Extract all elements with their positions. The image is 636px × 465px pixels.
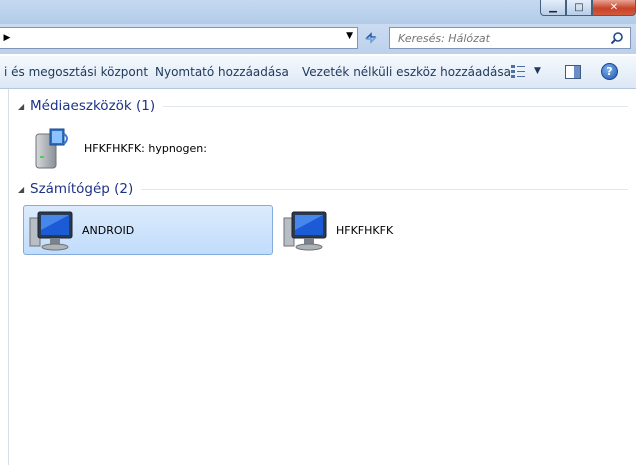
item-label: HFKFHKFK: hypnogen: xyxy=(84,141,207,155)
media-device-icon xyxy=(35,128,68,169)
list-item-computer[interactable]: HFKFHKFK xyxy=(278,205,478,255)
help-icon[interactable]: ? xyxy=(601,63,618,80)
add-wireless-device-button[interactable]: Vezeték nélküli eszköz hozzáadása xyxy=(302,65,511,79)
minimize-icon: ▁ xyxy=(549,2,557,13)
group-header-media[interactable]: ◢ Médiaeszközök (1) xyxy=(18,98,628,114)
command-bar: i és megosztási központ Nyomtató hozzáad… xyxy=(0,56,636,89)
close-button[interactable]: ✕ xyxy=(592,0,636,16)
minimize-button[interactable]: ▁ xyxy=(540,0,566,16)
group-divider xyxy=(163,105,628,107)
address-row: ▶ ▼ xyxy=(0,24,636,54)
breadcrumb-chevron-icon[interactable]: ▶ xyxy=(0,33,14,43)
address-dropdown-icon[interactable]: ▼ xyxy=(346,31,353,41)
refresh-icon xyxy=(365,32,377,44)
list-item-media-device[interactable]: HFKFHKFK: hypnogen: xyxy=(26,123,276,173)
maximize-icon: □ xyxy=(574,2,584,13)
view-dropdown-icon[interactable]: ▼ xyxy=(534,66,541,76)
title-bar: ▁ □ ✕ xyxy=(0,0,636,24)
window-controls: ▁ □ ✕ xyxy=(540,0,636,16)
maximize-button[interactable]: □ xyxy=(566,0,592,16)
list-item-computer[interactable]: ANDROID xyxy=(23,205,273,255)
collapse-arrow-icon[interactable]: ◢ xyxy=(18,185,30,194)
group-title: Számítógép (2) xyxy=(30,181,134,197)
search-box[interactable] xyxy=(389,27,631,49)
group-header-computers[interactable]: ◢ Számítógép (2) xyxy=(18,181,628,197)
refresh-button[interactable] xyxy=(360,28,382,48)
network-center-button[interactable]: i és megosztási központ xyxy=(4,65,148,79)
computer-icon xyxy=(29,211,73,251)
search-icon[interactable] xyxy=(610,31,624,45)
view-options-icon xyxy=(511,65,525,78)
change-view-button[interactable]: ▼ xyxy=(510,64,541,78)
item-label: HFKFHKFK xyxy=(336,223,394,237)
address-bar[interactable]: ▶ ▼ xyxy=(0,27,358,49)
item-label: ANDROID xyxy=(82,223,135,237)
close-icon: ✕ xyxy=(609,2,619,13)
collapse-arrow-icon[interactable]: ◢ xyxy=(18,102,30,111)
search-input[interactable] xyxy=(398,31,598,45)
content-area: ◢ Médiaeszközök (1) HFKFHKFK: hypnogen: … xyxy=(10,89,636,465)
group-title: Médiaeszközök (1) xyxy=(30,98,156,114)
navigation-pane[interactable] xyxy=(0,89,9,465)
add-printer-button[interactable]: Nyomtató hozzáadása xyxy=(155,65,289,79)
group-divider xyxy=(141,188,628,190)
preview-pane-icon[interactable] xyxy=(565,65,581,79)
computer-icon xyxy=(283,211,327,251)
